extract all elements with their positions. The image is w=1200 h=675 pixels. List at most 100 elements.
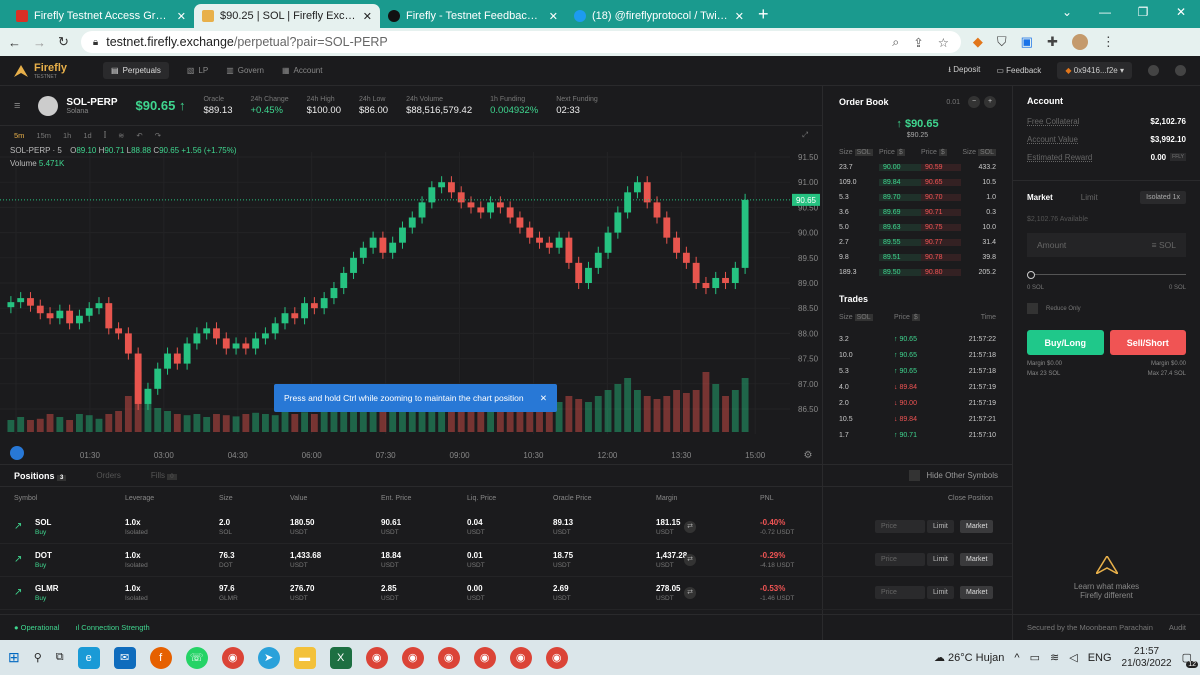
tab-search-icon[interactable]: ⌄ [1048,5,1086,19]
candle-type-icon[interactable]: ⫿ [104,130,106,140]
nav-govern[interactable]: ▥ Govern [226,66,264,75]
extension-blue-icon[interactable]: ▣ [1021,34,1033,50]
tab-limit[interactable]: Limit [1081,193,1098,202]
close-market-button[interactable]: Market [960,520,994,533]
wifi-icon[interactable]: ≋ [1050,651,1059,664]
timeframe-1h[interactable]: 1h [63,131,71,140]
volume-icon[interactable]: ◁ [1069,651,1077,664]
deposit-button[interactable]: ⭳ Deposit [948,64,980,78]
address-bar[interactable]: 🔒︎ testnet.firefly.exchange/perpetual?pa… [80,31,961,53]
close-icon[interactable]: ✕ [177,10,186,23]
nav-lp[interactable]: ▧ LP [187,66,208,75]
firefly-logo[interactable]: Firefly TESTNET [14,62,67,80]
buy-long-button[interactable]: Buy/Long [1027,330,1104,355]
mail-icon[interactable]: ✉ [113,646,136,669]
tab-orders[interactable]: Orders [96,471,120,480]
timeframe-1d[interactable]: 1d [83,131,91,140]
minimize-icon[interactable]: — [1086,5,1124,19]
plus-icon[interactable]: + [984,96,996,108]
order-book-row[interactable]: 5.3 89.70 90.70 1.0 [823,190,1012,205]
browser-tab-4[interactable]: (18) @fireflyprotocol / Twitter Se✕ [566,4,752,28]
redo-icon[interactable]: ↷ [155,131,161,140]
battery-icon[interactable]: ▭ [1030,651,1040,664]
metamask-icon[interactable]: ◆ [973,34,983,50]
restore-icon[interactable]: ❐ [1124,5,1162,19]
weather-widget[interactable]: ☁ 26°C Hujan [934,651,1004,664]
order-book-row[interactable]: 189.3 89.50 90.80 205.2 [823,265,1012,280]
browser-tab-2[interactable]: $90.25 | SOL | Firefly Exchange✕ [194,4,380,28]
tab-positions[interactable]: Positions 3 [14,471,67,481]
settings-icon[interactable] [1175,65,1186,76]
order-book-row[interactable]: 23.7 90.00 90.59 433.2 [823,160,1012,175]
shield-icon[interactable]: ⛉ [997,34,1007,50]
close-window-icon[interactable]: ✕ [1162,5,1200,19]
edge-icon[interactable]: e [77,646,100,669]
minus-icon[interactable]: − [968,96,980,108]
zoom-icon[interactable]: ⌕ [892,35,899,50]
new-tab-button[interactable]: + [758,4,769,25]
search-icon[interactable]: ⚲ [34,651,42,664]
chrome-profile-6-icon[interactable]: ◉ [509,646,532,669]
back-icon[interactable]: ← [8,35,21,50]
close-icon[interactable]: ✕ [549,10,558,23]
menu-icon[interactable]: ⋮ [1102,34,1115,50]
timeframe-5m[interactable]: 5m [14,131,24,140]
browser-tab-3[interactable]: Firefly - Testnet Feedback Form✕ [380,4,566,28]
theme-icon[interactable] [1148,65,1159,76]
tab-market[interactable]: Market [1027,193,1053,202]
close-market-button[interactable]: Market [960,553,994,566]
tray-chevron-icon[interactable]: ^ [1014,652,1019,664]
windows-start-icon[interactable]: ⊞ [8,649,20,666]
indicator-icon[interactable]: ≋ [118,131,124,140]
close-price-input[interactable]: Price [875,553,925,566]
tick-size[interactable]: 0.01 [946,99,960,106]
star-icon[interactable]: ☆ [938,35,949,50]
hamburger-icon[interactable]: ≡ [14,100,20,112]
position-row[interactable]: ↗ DOT Buy 1.0x Isolated 76.3 DOT 1,433.68 USDT 18… [0,544,1012,577]
chrome-profile-7-icon[interactable]: ◉ [545,646,568,669]
chrome-profile-2-icon[interactable]: ◉ [365,646,388,669]
close-price-input[interactable]: Price [875,586,925,599]
chrome-profile-4-icon[interactable]: ◉ [437,646,460,669]
promo[interactable]: Learn what makes Firefly different [1013,554,1200,600]
close-icon[interactable]: ✕ [735,10,744,23]
close-limit-button[interactable]: Limit [927,520,954,533]
close-icon[interactable]: ✕ [363,10,372,23]
tab-fills[interactable]: Fills 0 [151,471,177,480]
file-explorer-icon[interactable]: ▬ [293,646,316,669]
puzzle-icon[interactable]: ✚ [1047,34,1058,50]
edit-margin-icon[interactable]: ⇄ [684,521,696,533]
amount-input[interactable]: Amount ≡ SOL [1027,233,1186,257]
excel-icon[interactable]: X [329,646,352,669]
order-book-row[interactable]: 9.8 89.51 90.78 39.8 [823,250,1012,265]
reduce-only-checkbox[interactable] [1027,303,1038,314]
forward-icon[interactable]: → [33,35,46,50]
edit-margin-icon[interactable]: ⇄ [684,587,696,599]
close-limit-button[interactable]: Limit [927,553,954,566]
share-icon[interactable]: ⇪ [913,35,923,50]
whatsapp-icon[interactable]: ☏ [185,646,208,669]
close-icon[interactable]: ✕ [540,393,547,404]
audit-link[interactable]: Audit [1169,623,1186,632]
language[interactable]: ENG [1088,652,1112,664]
chrome-icon[interactable]: ◉ [221,646,244,669]
task-view-icon[interactable]: ⧉ [56,651,64,664]
position-row[interactable]: ↗ SOL Buy 1.0x Isolated 2.0 SOL 180.50 USDT 90.61… [0,511,1012,544]
hide-other-toggle[interactable]: Hide Other Symbols [909,470,998,481]
nav-perpetuals[interactable]: ▤ Perpetuals [103,62,169,79]
price-chart[interactable]: 91.50 91.00 90.50 90.00 89.50 89.00 88.50 88.00… [0,144,822,464]
close-limit-button[interactable]: Limit [927,586,954,599]
nav-account[interactable]: ▦ Account [282,66,322,75]
profile-avatar-icon[interactable] [1071,34,1088,50]
firefox-icon[interactable]: f [149,646,172,669]
edit-margin-icon[interactable]: ⇄ [684,554,696,566]
close-market-button[interactable]: Market [960,586,994,599]
slider-handle[interactable] [1027,271,1035,279]
candlestick-chart[interactable]: 91.5091.0090.5090.0089.5089.0088.5088.00… [0,144,822,464]
chrome-profile-3-icon[interactable]: ◉ [401,646,424,669]
wallet-button[interactable]: ◆ 0x9416...f2e ▾ [1057,62,1132,79]
feedback-button[interactable]: ▭ Feedback [996,66,1041,75]
fullscreen-icon[interactable]: ⤢ [802,130,808,140]
browser-tab-1[interactable]: Firefly Testnet Access Granted - F✕ [8,4,194,28]
order-book-row[interactable]: 3.6 89.69 90.71 0.3 [823,205,1012,220]
